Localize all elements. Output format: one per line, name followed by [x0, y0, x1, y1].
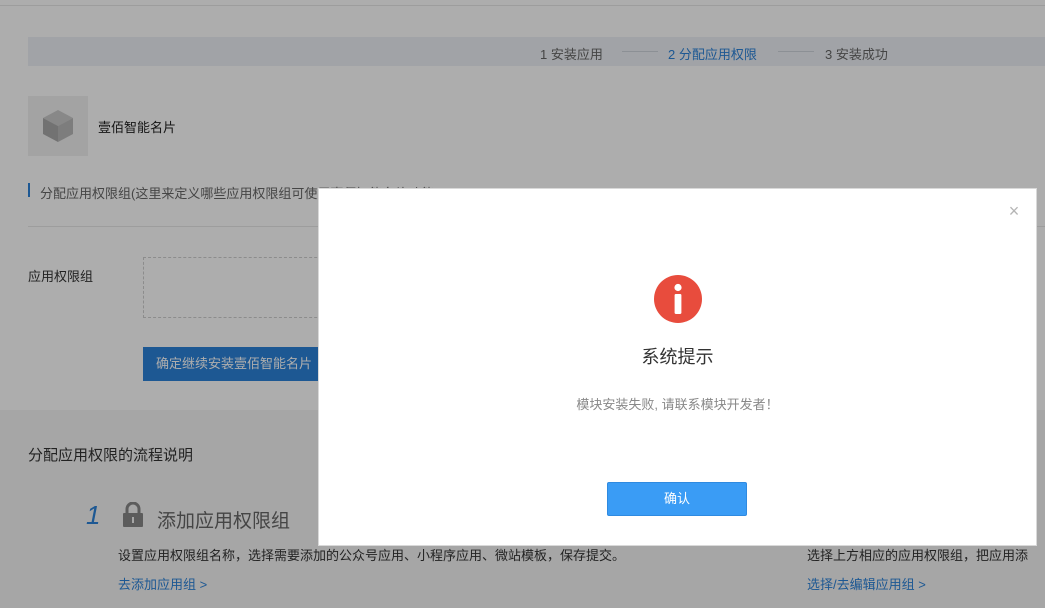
modal-message: 模块安装失败, 请联系模块开发者！ — [576, 397, 779, 412]
confirm-button[interactable]: 确认 — [607, 482, 747, 516]
system-prompt-dialog: × 系统提示 模块安装失败, 请联系模块开发者！ 确认 — [318, 188, 1037, 546]
page: 1 安装应用 2 分配应用权限 3 安装成功 壹佰智能名片 分配应用权限组(这里… — [0, 0, 1045, 608]
close-icon[interactable]: × — [1006, 202, 1022, 220]
modal-title: 系统提示 — [641, 347, 714, 367]
info-icon — [654, 275, 702, 323]
